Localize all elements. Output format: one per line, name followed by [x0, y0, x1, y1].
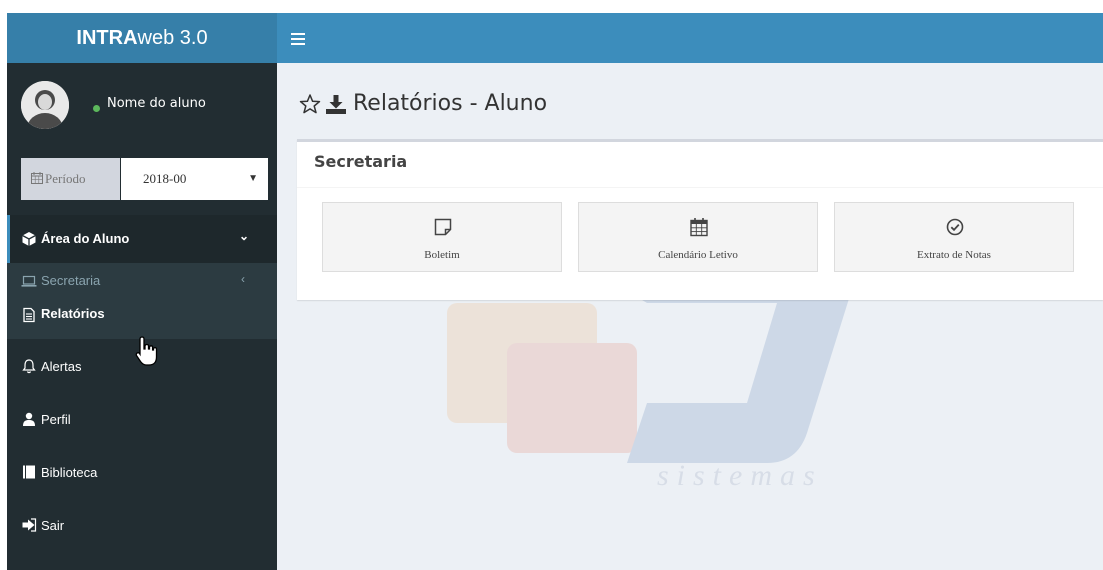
sticky-note-icon: [434, 218, 452, 236]
calendar-icon: [690, 218, 708, 237]
sidebar: Nome do aluno Período 2018-00 ▼ Área do …: [7, 63, 277, 570]
cube-icon: [22, 232, 36, 246]
period-selector: Período 2018-00 ▼: [21, 158, 268, 200]
period-label: Período: [21, 158, 120, 200]
app-frame: INTRAweb 3.0 Nome do aluno Período 2018-…: [7, 13, 1103, 570]
avatar: [21, 81, 69, 129]
sidebar-item-relatorios[interactable]: Relatórios: [7, 295, 277, 339]
logo-bold: INTRA: [76, 27, 138, 49]
secretaria-box: Secretaria Boletim Calendário Letivo Ext…: [297, 139, 1103, 300]
box-title: Secretaria: [314, 152, 408, 171]
sign-out-icon: [22, 518, 37, 532]
user-panel: Nome do aluno: [7, 63, 277, 163]
boletim-button[interactable]: Boletim: [322, 202, 562, 272]
check-circle-icon: [946, 218, 964, 236]
dropdown-arrow-icon: ▼: [248, 173, 258, 184]
period-select[interactable]: 2018-00 ▼: [121, 158, 268, 200]
sidebar-item-label: Área do Aluno: [41, 231, 130, 246]
chevron-left-icon: ‹: [241, 272, 245, 286]
content-wrapper: sistemas Relatórios - Aluno Secretaria B…: [277, 63, 1103, 570]
user-name: Nome do aluno: [107, 96, 206, 111]
extrato-de-notas-button[interactable]: Extrato de Notas: [834, 202, 1074, 272]
app-logo[interactable]: INTRAweb 3.0: [7, 13, 277, 63]
file-text-icon: [23, 307, 35, 323]
sidebar-item-secretaria[interactable]: Secretaria ‹: [7, 265, 277, 295]
logo-rest: web 3.0: [137, 27, 208, 49]
sidebar-item-label: Biblioteca: [41, 465, 98, 480]
top-navbar: [277, 13, 1103, 63]
sidebar-item-area-do-aluno[interactable]: Área do Aluno ⌄: [7, 215, 277, 263]
star-icon[interactable]: [299, 93, 321, 115]
svg-text:sistemas: sistemas: [657, 459, 823, 492]
sidebar-item-label: Sair: [41, 518, 65, 533]
calendar-icon: [31, 172, 43, 184]
user-icon: [23, 412, 35, 426]
laptop-icon: [21, 275, 37, 287]
divider: [297, 187, 1103, 188]
chevron-down-icon: ⌄: [238, 229, 249, 243]
sidebar-item-label: Alertas: [41, 359, 82, 374]
bell-icon: [22, 359, 36, 374]
sidebar-item-sair[interactable]: Sair: [7, 512, 277, 542]
sidebar-item-perfil[interactable]: Perfil: [7, 406, 277, 436]
calendario-letivo-button[interactable]: Calendário Letivo: [578, 202, 818, 272]
period-value: 2018-00: [143, 171, 187, 186]
tile-label: Calendário Letivo: [658, 249, 738, 261]
page-title: Relatórios - Aluno: [353, 91, 548, 116]
sidebar-item-biblioteca[interactable]: Biblioteca: [7, 459, 277, 489]
tile-label: Extrato de Notas: [917, 249, 991, 261]
sidebar-item-label: Secretaria: [41, 273, 101, 288]
tile-label: Boletim: [424, 249, 460, 261]
book-icon: [23, 465, 35, 479]
hand-pointer-cursor-icon: [135, 336, 158, 366]
sidebar-toggle-icon[interactable]: [291, 27, 305, 47]
online-status-icon: [93, 105, 100, 112]
period-label-text: Período: [45, 171, 86, 186]
sidebar-item-label: Perfil: [41, 412, 71, 427]
sidebar-item-label: Relatórios: [41, 306, 105, 321]
download-icon: [326, 95, 346, 114]
